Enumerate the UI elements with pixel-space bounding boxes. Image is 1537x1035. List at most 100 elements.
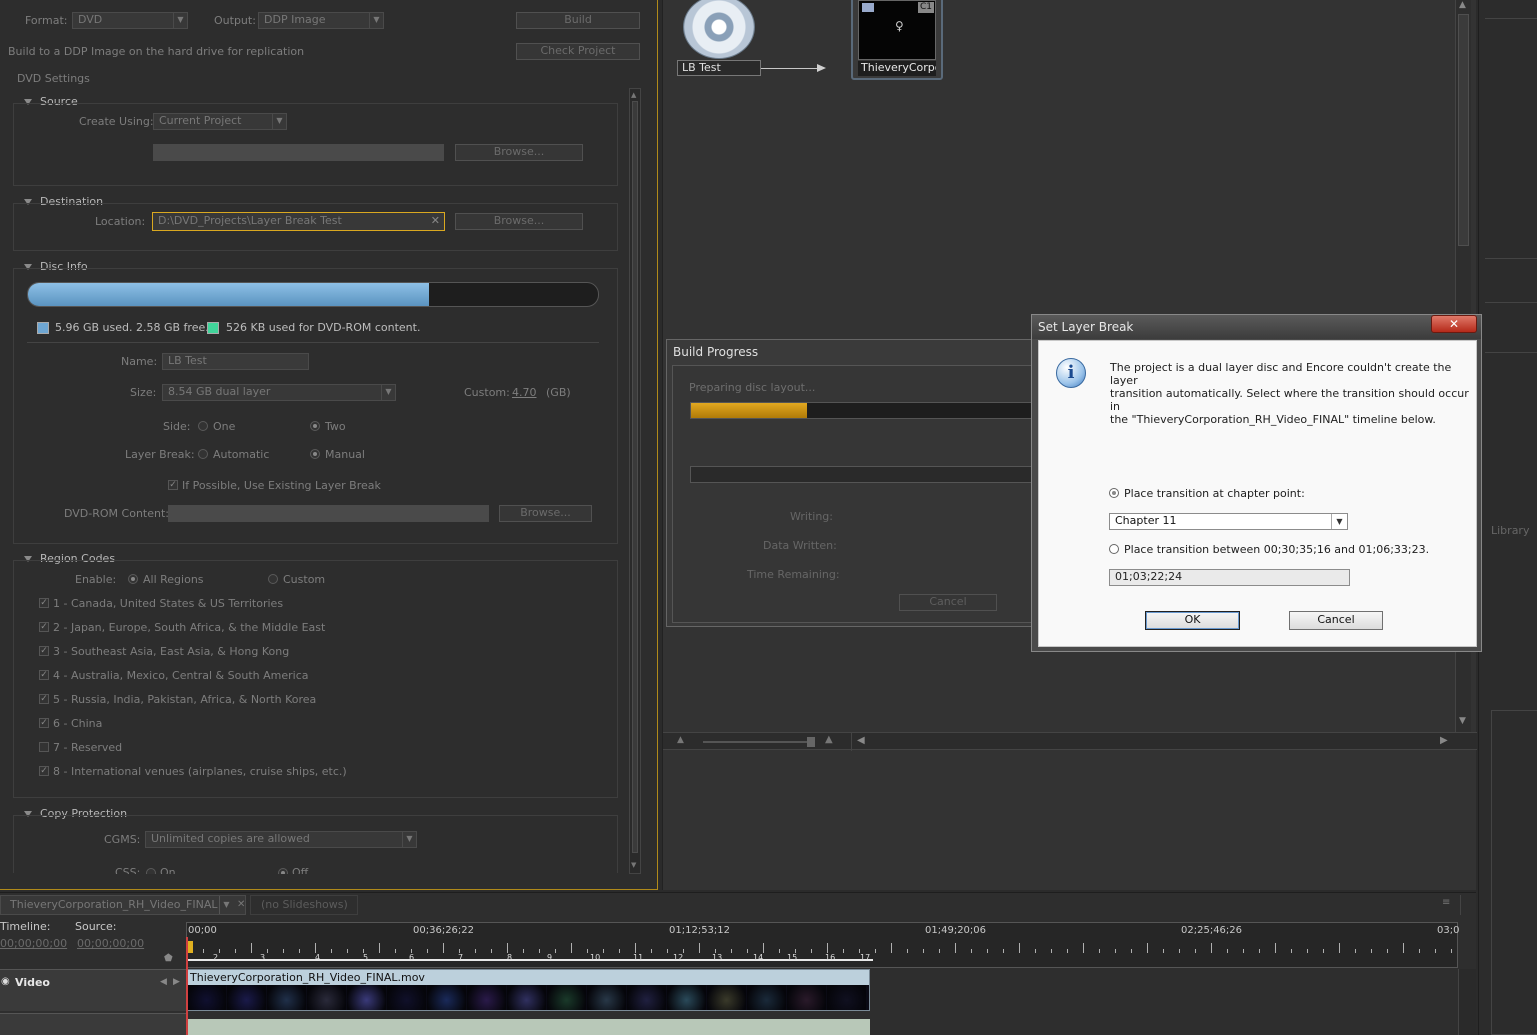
timeline-timecode[interactable]: 00;00;00;00 <box>0 937 67 950</box>
build-cancel-button[interactable]: Cancel <box>899 594 997 611</box>
location-input[interactable]: D:\DVD_Projects\Layer Break Test ✕ <box>152 212 445 231</box>
all-regions-radio[interactable] <box>128 574 138 584</box>
prev-marker-icon[interactable]: ◀ <box>160 977 167 987</box>
create-using-dropdown[interactable]: Current Project ▼ <box>153 113 287 130</box>
zoom-slider[interactable] <box>703 741 813 743</box>
source-timecode[interactable]: 00;00;00;00 <box>77 937 144 950</box>
chapter-marker[interactable]: 17 <box>860 953 870 962</box>
cgms-dropdown[interactable]: Unlimited copies are allowed ▼ <box>145 831 417 848</box>
chevron-down-icon[interactable]: ▼ <box>219 896 233 914</box>
chapter-point-radio[interactable] <box>1109 488 1119 498</box>
region-label: 1 - Canada, United States & US Territori… <box>53 597 284 610</box>
zoom-in-icon[interactable]: ▲ <box>825 734 833 745</box>
source-browse-button[interactable]: Browse... <box>455 144 583 161</box>
region-checkbox[interactable]: ✓ <box>39 598 49 608</box>
timeline-tab[interactable]: ThieveryCorporation_RH_Video_FINAL ▼ ✕ <box>0 895 246 915</box>
side-two-radio[interactable] <box>310 421 320 431</box>
build-progress-title: Build Progress <box>673 345 759 359</box>
scroll-thumb[interactable] <box>1458 14 1469 246</box>
scroll-left-icon[interactable]: ◀ <box>857 735 865 746</box>
size-dropdown[interactable]: 8.54 GB dual layer ▼ <box>162 384 396 401</box>
chapter-marker[interactable]: 2 <box>213 953 218 962</box>
region-checkbox[interactable]: ✓ <box>39 694 49 704</box>
chapter-marker[interactable]: 13 <box>712 953 722 962</box>
timeline-ruler[interactable]: 00;00 00;36;26;22 01;12;53;12 01;49;20;06 02… <box>186 922 1459 968</box>
zoom-out-icon[interactable]: ▲ <box>677 735 684 745</box>
disc-name-input[interactable]: LB Test <box>162 353 309 370</box>
region-checkbox[interactable]: ✓ <box>39 718 49 728</box>
chapter-marker[interactable]: 9 <box>547 953 552 962</box>
css-on-radio[interactable] <box>146 868 156 874</box>
timeline-node[interactable]: ♀ C1 ThieveryCorpo <box>851 0 943 80</box>
region-checkbox[interactable]: ✓ <box>39 670 49 680</box>
next-marker-icon[interactable]: ▶ <box>173 977 180 987</box>
dialog-cancel-button[interactable]: Cancel <box>1289 611 1383 630</box>
side-one-radio[interactable] <box>198 421 208 431</box>
ruler-tick <box>1211 943 1212 953</box>
format-dropdown[interactable]: DVD ▼ <box>72 12 188 29</box>
scroll-down-icon[interactable]: ▼ <box>1459 716 1466 726</box>
chapter-marker[interactable]: 16 <box>825 953 835 962</box>
region-checkbox[interactable]: ✓ <box>39 622 49 632</box>
dvd-rom-input[interactable] <box>168 505 489 522</box>
clear-icon[interactable]: ✕ <box>431 213 440 229</box>
ruler-tick <box>1131 949 1132 953</box>
dialog-message-line: The project is a dual layer disc and Enc… <box>1110 361 1452 387</box>
audio-clip[interactable] <box>186 1019 870 1035</box>
scroll-right-icon[interactable]: ▶ <box>1440 735 1448 746</box>
ruler-tick <box>315 943 316 953</box>
chapter-marker[interactable]: 3 <box>260 953 265 962</box>
close-icon[interactable]: ✕ <box>237 896 245 914</box>
divider <box>1485 258 1537 259</box>
close-icon[interactable]: ✕ <box>1431 315 1477 333</box>
ok-button[interactable]: OK <box>1145 611 1240 630</box>
scroll-up-icon[interactable]: ▲ <box>1459 0 1466 10</box>
lb-manual-radio[interactable] <box>310 449 320 459</box>
chapter-marker[interactable]: 7 <box>458 953 463 962</box>
dvd-rom-browse-button[interactable]: Browse... <box>499 505 592 522</box>
slideshows-tab[interactable]: (no Slideshows) <box>250 895 358 915</box>
region-checkbox[interactable]: ✓ <box>39 766 49 776</box>
video-clip[interactable]: ThieveryCorporation_RH_Video_FINAL.mov <box>186 969 870 1011</box>
timecode-input[interactable]: 01;03;22;24 <box>1109 569 1350 586</box>
output-dropdown[interactable]: DDP Image ▼ <box>258 12 384 29</box>
custom-value[interactable]: 4.70 <box>512 386 537 399</box>
chapter-marker[interactable]: 11 <box>633 953 643 962</box>
arrow-right-icon <box>817 64 826 72</box>
scroll-down-icon[interactable]: ▼ <box>631 861 636 869</box>
region-checkbox[interactable] <box>39 742 49 752</box>
library-tab[interactable]: Library <box>1491 524 1529 537</box>
region-checkbox[interactable]: ✓ <box>39 646 49 656</box>
chapter-marker[interactable]: 5 <box>363 953 368 962</box>
scroll-thumb[interactable] <box>632 101 638 853</box>
timeline-vscroll[interactable] <box>1458 969 1476 1035</box>
existing-lb-checkbox[interactable]: ✓ <box>168 480 178 490</box>
build-button[interactable]: Build <box>516 12 640 29</box>
playhead[interactable] <box>186 937 188 1035</box>
custom-regions-radio[interactable] <box>268 574 278 584</box>
chapter-dropdown[interactable]: Chapter 11 ▼ <box>1109 513 1348 530</box>
chapter-marker[interactable]: 12 <box>673 953 683 962</box>
settings-scrollbar[interactable]: ▲ ▼ <box>629 88 641 874</box>
chapter-marker[interactable]: 15 <box>787 953 797 962</box>
chapter-marker[interactable]: 8 <box>507 953 512 962</box>
css-off-radio[interactable] <box>278 868 288 874</box>
chapter-marker[interactable]: 14 <box>753 953 763 962</box>
chapter-marker[interactable]: 6 <box>409 953 414 962</box>
between-radio[interactable] <box>1109 544 1119 554</box>
marker-icon[interactable]: ⬟ <box>164 953 173 964</box>
chapter-marker[interactable]: 4 <box>315 953 320 962</box>
chapter-marker[interactable]: 10 <box>590 953 600 962</box>
panel-menu-icon[interactable]: ≡ <box>1442 897 1450 908</box>
scroll-up-icon[interactable]: ▲ <box>631 91 636 99</box>
disc-icon[interactable] <box>683 0 755 59</box>
check-project-button[interactable]: Check Project <box>516 43 640 60</box>
source-path-field[interactable] <box>153 144 444 161</box>
lb-automatic-radio[interactable] <box>198 449 208 459</box>
eye-icon[interactable]: ◉ <box>1 976 10 987</box>
destination-browse-button[interactable]: Browse... <box>455 213 583 230</box>
disc-label[interactable]: LB Test <box>677 60 761 76</box>
zoom-slider-thumb[interactable] <box>807 737 815 747</box>
size-label: Size: <box>130 386 157 399</box>
flowchart-bottom-bar: ▲ ▲ ◀ ▶ <box>663 732 1477 751</box>
